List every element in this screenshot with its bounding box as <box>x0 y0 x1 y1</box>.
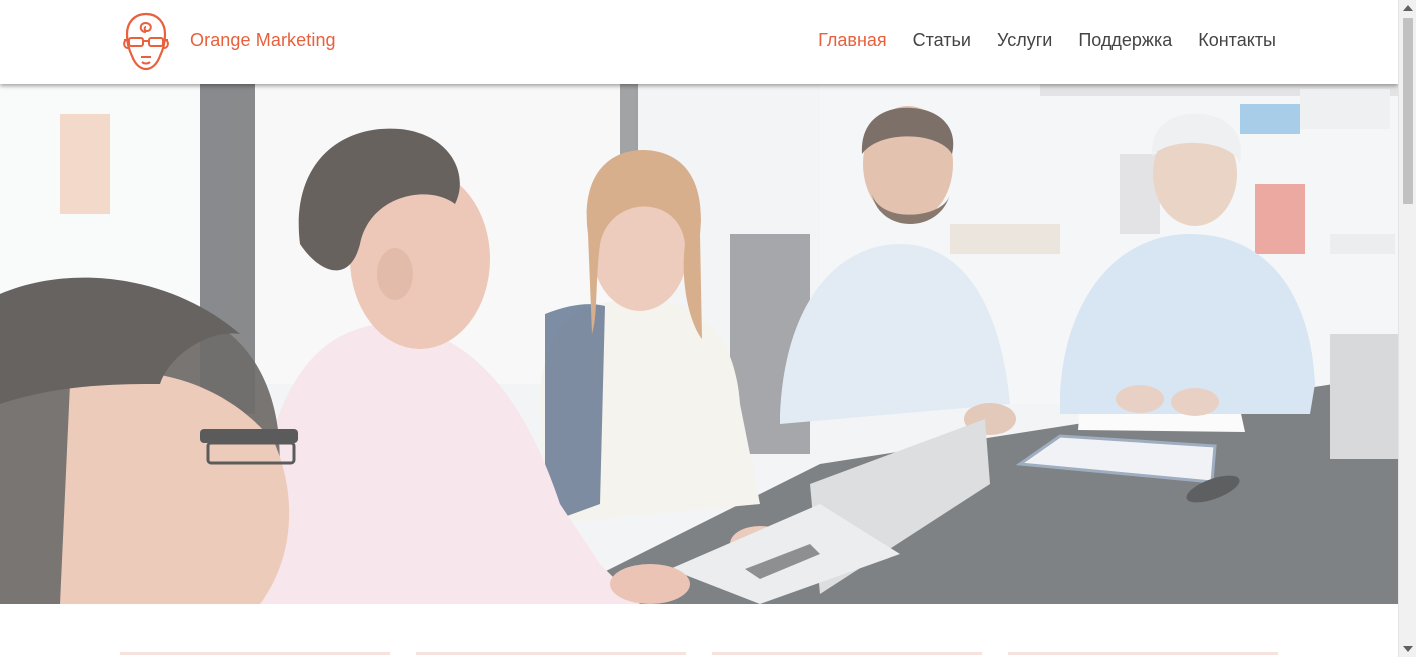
nav-support[interactable]: Поддержка <box>1078 30 1172 51</box>
nav-services[interactable]: Услуги <box>997 30 1052 51</box>
brand-link[interactable]: Orange Marketing <box>190 30 336 51</box>
hero-overlay <box>0 84 1398 604</box>
orange-marketer-head-icon[interactable] <box>120 10 172 72</box>
feature-card <box>416 652 686 657</box>
nav-articles[interactable]: Статьи <box>913 30 971 51</box>
page-scrollbar[interactable] <box>1398 0 1416 657</box>
hero-banner <box>0 84 1398 604</box>
nav-contacts[interactable]: Контакты <box>1198 30 1276 51</box>
nav-home[interactable]: Главная <box>818 30 887 51</box>
feature-card <box>120 652 390 657</box>
page: Orange Marketing Главная Статьи Услуги П… <box>0 0 1398 657</box>
feature-cards <box>120 652 1278 657</box>
scroll-down-arrow-icon[interactable] <box>1403 646 1413 652</box>
site-header: Orange Marketing Главная Статьи Услуги П… <box>0 0 1398 84</box>
scroll-thumb[interactable] <box>1403 18 1413 204</box>
feature-card <box>712 652 982 657</box>
scroll-up-arrow-icon[interactable] <box>1403 5 1413 11</box>
feature-card <box>1008 652 1278 657</box>
main-nav: Главная Статьи Услуги Поддержка Контакты <box>792 30 1276 51</box>
